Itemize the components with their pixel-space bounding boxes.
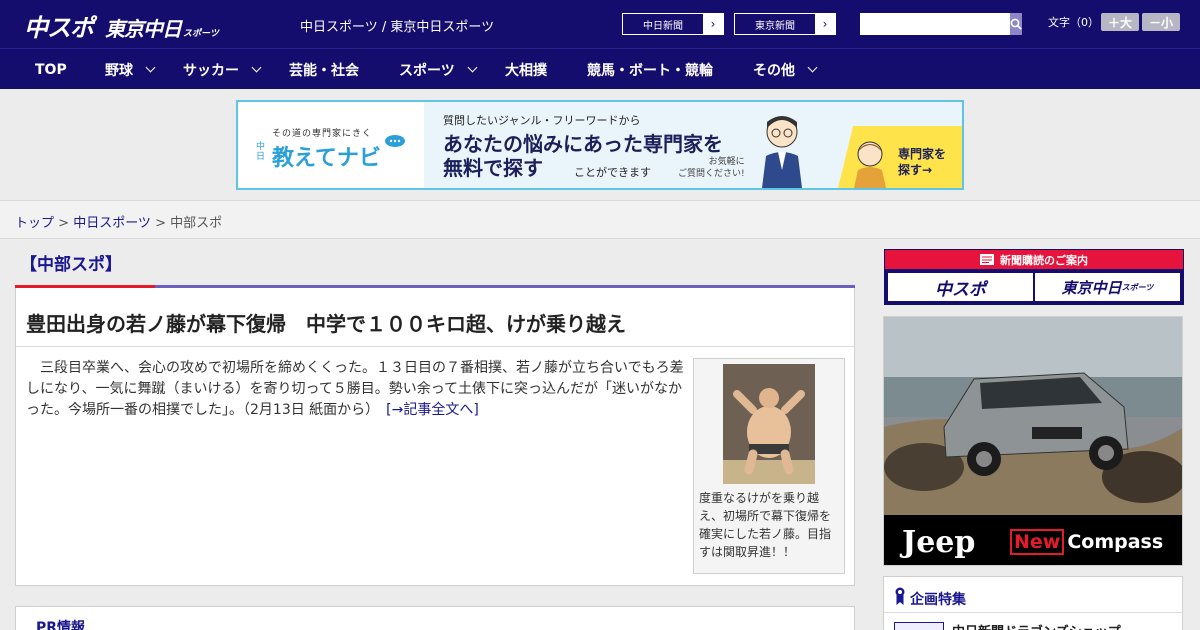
logo-chuspo: 中スポ — [24, 14, 94, 42]
logo-tokyo-suffix: スポーツ — [183, 29, 219, 39]
site-logo[interactable]: 中スポ 東京中日 スポーツ — [24, 8, 219, 42]
search-input[interactable] — [860, 13, 1010, 35]
expert-illustration-icon — [762, 116, 802, 188]
subscription-title: 新聞購読のご案内 — [885, 250, 1183, 269]
banner-cta: 専門家を 探す→ — [898, 146, 946, 178]
article-photo-box: 度重なるけがを乗り越え、初場所で幕下復帰を確実にした若ノ藤。目指すは関取昇進！！ — [693, 358, 845, 574]
pr-section: PR情報 — [15, 606, 855, 630]
nav-item-other[interactable]: その他 — [753, 49, 818, 90]
jeep-ad[interactable]: Jeep New Compass — [883, 316, 1183, 566]
section-title: 【中部スポ】 — [20, 255, 122, 275]
logo-tokyo-chunichi: 東京中日 — [105, 17, 182, 41]
breadcrumb-section[interactable]: 中日スポーツ — [73, 216, 151, 231]
chevron-right-icon: › — [822, 17, 828, 31]
banner-note-line-1: お気軽に — [708, 157, 745, 167]
chunichi-shimbun-label: 中日新聞 — [623, 14, 703, 34]
breadcrumb-bar: トップ > 中日スポーツ > 中部スポ — [0, 200, 1200, 239]
feature-box: 企画特集 中日新聞ドラゴンズショップ — [883, 576, 1183, 630]
speech-bubble-icon — [385, 135, 405, 147]
subscribe-tokyo-suffix: スポーツ — [1121, 282, 1154, 292]
main-nav: TOP 野球 サッカー 芸能・社会 スポーツ 大相撲 競馬・ボート・競輪 その他 — [0, 48, 1200, 89]
nav-item-label: スポーツ — [399, 62, 455, 79]
nav-item-label: その他 — [753, 62, 795, 79]
ad-brand: Jeep — [902, 525, 976, 560]
chevron-down-icon — [251, 62, 262, 73]
car-ad-image — [884, 317, 1182, 515]
tokyo-shimbun-link[interactable]: 東京新聞 › — [734, 13, 836, 35]
ad-new-badge: New — [1010, 529, 1065, 555]
nav-item-baseball[interactable]: 野球 — [105, 49, 156, 90]
banner-tagline: その道の専門家にきく — [272, 129, 373, 139]
breadcrumb-current: 中部スポ — [170, 216, 223, 231]
article-body: 三段目卒業へ、会心の攻めで初場所を締めくくった。１３日目の７番相撲、若ノ藤が立ち… — [26, 358, 684, 421]
subscribe-chuspo-button[interactable]: 中スポ — [888, 273, 1033, 301]
chevron-down-icon — [807, 62, 818, 73]
subscribe-tokyo-button[interactable]: 東京中日 スポーツ — [1035, 273, 1180, 301]
banner-question: 質問したいジャンル・フリーワードから — [443, 114, 641, 127]
search-button[interactable] — [1010, 13, 1022, 35]
subscription-title-text: 新聞購読のご案内 — [1000, 253, 1088, 267]
ad-model: New Compass — [1010, 529, 1163, 555]
nav-item-racing[interactable]: 競馬・ボート・競輪 — [587, 49, 713, 90]
pr-title: PR情報 — [36, 620, 86, 630]
chevron-right-icon: › — [710, 17, 716, 31]
tokyo-shimbun-label: 東京新聞 — [735, 14, 815, 34]
headline-divider — [16, 346, 854, 347]
banner-brand-panel: その道の専門家にきく 中日 教えてナビ — [238, 102, 424, 188]
nav-item-label: TOP — [35, 61, 67, 78]
banner-cta-line-1: 専門家を — [898, 147, 947, 161]
top-header: 中スポ 東京中日 スポーツ 中日スポーツ / 東京中日スポーツ 中日新聞 › 東… — [0, 0, 1200, 48]
banner-cta-line-2: 探す→ — [898, 163, 933, 177]
chevron-down-icon — [145, 62, 156, 73]
nav-item-label: 競馬・ボート・競輪 — [587, 62, 713, 79]
feature-divider — [884, 612, 1182, 613]
nav-item-label: 芸能・社会 — [289, 62, 359, 79]
font-size-label: 文字（0） — [1048, 16, 1099, 29]
nav-item-sports[interactable]: スポーツ — [399, 49, 478, 90]
article-photo[interactable] — [723, 364, 815, 484]
font-smaller-button[interactable]: －小 — [1142, 13, 1180, 31]
chunichi-shimbun-link[interactable]: 中日新聞 › — [622, 13, 724, 35]
photo-caption: 度重なるけがを乗り越え、初場所で幕下復帰を確実にした若ノ藤。目指すは関取昇進！！ — [699, 491, 832, 559]
ad-model-name: Compass — [1067, 531, 1164, 553]
ribbon-icon — [895, 587, 905, 605]
nav-item-label: サッカー — [183, 62, 239, 79]
nav-item-soccer[interactable]: サッカー — [183, 49, 262, 90]
read-more-link[interactable]: [→記事全文へ] — [386, 402, 479, 418]
nav-item-label: 大相撲 — [505, 62, 547, 79]
banner-brand-prefix: 中日 — [256, 142, 266, 162]
site-name: 中日スポーツ / 東京中日スポーツ — [300, 20, 495, 35]
breadcrumb: トップ > 中日スポーツ > 中部スポ — [15, 212, 222, 231]
sumo-wrestler-image — [723, 364, 815, 484]
article-headline: 豊田出身の若ノ藤が幕下復帰 中学で１００キロ超、けが乗り越え — [26, 312, 626, 336]
nav-item-label: 野球 — [105, 62, 133, 79]
thinking-person-icon — [854, 141, 886, 188]
search-form — [860, 13, 1022, 35]
article-card: 豊田出身の若ノ藤が幕下復帰 中学で１００キロ超、けが乗り越え 三段目卒業へ、会心… — [15, 288, 855, 586]
chevron-down-icon — [467, 62, 478, 73]
search-icon — [1010, 18, 1022, 30]
banner-headline-2-suffix: ことができます — [574, 166, 651, 179]
nav-item-top[interactable]: TOP — [35, 49, 67, 90]
subscription-box: 新聞購読のご案内 中スポ 東京中日 スポーツ — [884, 249, 1184, 305]
feature-title: 企画特集 — [910, 592, 966, 608]
banner-headline-2: 無料で探す — [443, 156, 543, 180]
banner-note: お気軽に ご質問ください! — [678, 156, 745, 180]
breadcrumb-separator: > — [150, 216, 171, 231]
banner-area: その道の専門家にきく 中日 教えてナビ 質問したいジャンル・フリーワードから あ… — [0, 89, 1200, 200]
feature-thumbnail[interactable] — [894, 622, 944, 630]
oshiete-navi-banner[interactable]: その道の専門家にきく 中日 教えてナビ 質問したいジャンル・フリーワードから あ… — [236, 100, 964, 190]
article-body-text: 三段目卒業へ、会心の攻めで初場所を締めくくった。１３日目の７番相撲、若ノ藤が立ち… — [26, 360, 684, 418]
nav-item-sumo[interactable]: 大相撲 — [505, 49, 547, 90]
newspaper-icon — [980, 254, 994, 265]
nav-item-entertainment[interactable]: 芸能・社会 — [289, 49, 359, 90]
breadcrumb-separator: > — [54, 216, 74, 231]
breadcrumb-home[interactable]: トップ — [15, 216, 54, 231]
feature-item-link[interactable]: 中日新聞ドラゴンズショップ — [952, 621, 1121, 630]
banner-brand: 教えてナビ — [272, 146, 381, 171]
font-larger-button[interactable]: ＋大 — [1101, 13, 1139, 31]
banner-note-line-2: ご質問ください! — [678, 169, 745, 179]
subscribe-tokyo-label: 東京中日 — [1061, 278, 1122, 297]
